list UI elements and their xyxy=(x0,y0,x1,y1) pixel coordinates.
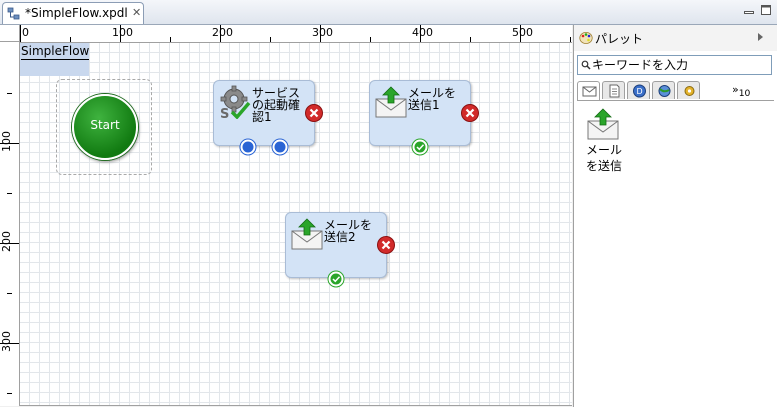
ruler-label: 200 xyxy=(212,26,233,39)
activity-label: メールを送信2 xyxy=(324,218,373,244)
maximize-icon[interactable] xyxy=(760,4,772,16)
document-icon xyxy=(609,84,620,98)
delete-icon[interactable] xyxy=(304,103,324,123)
minimize-icon[interactable] xyxy=(743,4,755,16)
activity-label: サービスの起動確認1 xyxy=(252,86,301,124)
horizontal-ruler-ticks xyxy=(20,25,571,42)
start-event[interactable]: Start xyxy=(72,94,138,160)
delete-icon[interactable] xyxy=(460,103,480,123)
tab-title: *SimpleFlow.xpdl xyxy=(25,6,128,20)
xpdl-file-icon xyxy=(7,7,20,20)
svg-text:D: D xyxy=(637,87,643,96)
ruler-label: 200 xyxy=(0,231,13,252)
tab-web[interactable] xyxy=(652,81,675,99)
close-tab-icon[interactable]: ✕ xyxy=(132,7,143,18)
start-label: Start xyxy=(90,118,120,132)
tab-database[interactable]: D xyxy=(627,81,650,99)
palette-title: パレット xyxy=(595,32,644,46)
service-gear-icon: S xyxy=(220,85,251,119)
ruler-label: 100 xyxy=(0,131,13,152)
palette-tab-divider xyxy=(577,100,774,101)
output-port-icon[interactable] xyxy=(327,270,345,288)
ruler-label: 100 xyxy=(112,26,133,39)
ruler-label: 500 xyxy=(512,26,533,39)
output-port-icon[interactable] xyxy=(411,138,429,156)
activity-mail-send-1[interactable]: メールを送信1 xyxy=(369,80,479,156)
ruler-label: 300 xyxy=(312,26,333,39)
activity-service-check[interactable]: S サービスの起動確認1 xyxy=(213,80,323,156)
palette-collapse-icon[interactable] xyxy=(758,33,763,41)
editor-tab-bar: *SimpleFlow.xpdl ✕ xyxy=(0,0,777,25)
palette-icon xyxy=(579,32,593,44)
output-port-icon[interactable] xyxy=(239,138,257,156)
mail-send-icon xyxy=(587,108,619,140)
pool-name: SimpleFlow xyxy=(21,44,90,60)
diagram-canvas[interactable]: SimpleFlow Start S サービスの起動確認1 メールを送信1 メー… xyxy=(20,43,572,406)
vertical-ruler: 100 200 300 xyxy=(0,42,20,406)
globe-icon xyxy=(658,85,671,97)
gear-icon xyxy=(684,86,695,96)
svg-text:S: S xyxy=(220,107,229,119)
ruler-label: 400 xyxy=(412,26,433,39)
tab-document[interactable] xyxy=(602,81,625,99)
mail-send-icon xyxy=(291,218,323,250)
palette-panel: パレット D xyxy=(573,25,777,407)
more-tabs-count: 10 xyxy=(738,88,751,100)
palette-item-label: メールを送信 xyxy=(586,143,623,173)
pool-header[interactable]: SimpleFlow xyxy=(20,43,90,76)
mail-send-icon xyxy=(375,86,407,118)
ruler-corner xyxy=(0,25,20,42)
ruler-label: 0 xyxy=(22,26,29,39)
ruler-label: 300 xyxy=(0,331,13,352)
output-port-icon[interactable] xyxy=(271,138,289,156)
activity-label: メールを送信1 xyxy=(408,86,457,112)
tab-settings[interactable] xyxy=(677,81,700,99)
palette-search-input[interactable] xyxy=(592,57,767,73)
database-icon: D xyxy=(633,84,646,98)
activity-mail-send-2[interactable]: メールを送信2 xyxy=(285,212,395,288)
palette-tabs: D »10 xyxy=(577,81,775,101)
palette-header: パレット xyxy=(574,25,777,51)
tab-mail[interactable] xyxy=(577,81,600,101)
delete-icon[interactable] xyxy=(376,235,396,255)
horizontal-ruler: 0 100 200 300 400 500 xyxy=(20,25,572,43)
search-icon xyxy=(581,60,591,70)
tab-simpleflow[interactable]: *SimpleFlow.xpdl ✕ xyxy=(2,2,144,24)
mail-icon xyxy=(582,86,597,97)
palette-search-field[interactable] xyxy=(577,55,772,75)
more-tabs-indicator[interactable]: »10 xyxy=(732,83,750,99)
